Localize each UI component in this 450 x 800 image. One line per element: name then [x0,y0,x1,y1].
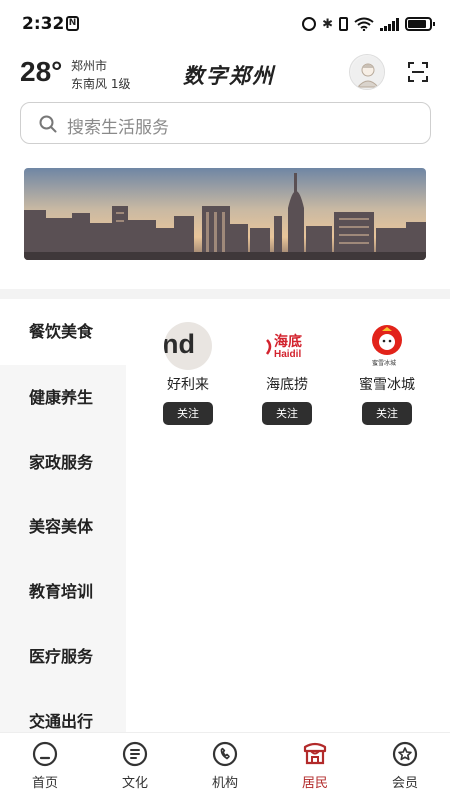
brand-name: 好利来 [167,377,209,393]
category-item-medical[interactable]: 医疗服务 [0,624,126,690]
tab-member[interactable]: 会员 [375,741,435,791]
phone-icon [212,741,238,767]
brand-holiland[interactable]: nd 好利来 关注 [152,322,224,425]
battery-icon [405,17,435,31]
status-icons: ✱ [302,15,435,33]
haidilao-logo-text: 海底 [274,334,302,350]
brand-logo-haidilao: 海底 Haidil [263,322,311,370]
search-icon [39,115,57,133]
wifi-icon [354,17,374,31]
mixue-logo-subtext: 蜜雪冰城 [372,360,397,367]
avatar-person-icon [351,56,384,89]
tab-label: 首页 [31,776,58,791]
search-input[interactable]: 搜索生活服务 [20,102,431,144]
status-time: 2:32 [22,14,65,34]
tab-label: 文化 [121,776,148,791]
brand-logo-holiland-text: nd [164,329,195,359]
search-placeholder: 搜索生活服务 [67,118,169,138]
brand-logo-holiland: nd [164,322,212,370]
home-icon [32,741,58,767]
category-item-transport[interactable]: 交通出行 [0,689,126,732]
weather-wind: 东南风 1级 [71,77,131,91]
signal-icon [380,17,399,31]
follow-button[interactable]: 关注 [362,402,412,425]
tab-home[interactable]: 首页 [15,741,75,791]
vibrate-icon [339,17,348,31]
weather-temperature: 28° [20,56,63,87]
scan-icon[interactable] [407,61,429,83]
status-bar: 2:32 N ✱ [0,0,450,48]
app-logo: 数字郑州 [183,63,275,88]
haidilao-logo-subtext: Haidil [274,349,302,360]
city-skyline-image [24,168,426,260]
category-item-health[interactable]: 健康养生 [0,365,126,431]
section-divider [0,289,450,299]
resident-icon [303,742,327,765]
brand-name: 蜜雪冰城 [359,377,415,393]
city-skyline-banner[interactable] [24,168,426,260]
bottom-tab-bar: 首页 文化 机构 居民 会员 [0,732,450,800]
weather-city: 郑州市 [71,59,108,73]
alarm-icon [302,17,317,31]
category-item-beauty[interactable]: 美容美体 [0,494,126,560]
brand-logo-mixue: 蜜雪冰城 [363,322,411,370]
brand-haidilao[interactable]: 海底 Haidil 海底捞 关注 [251,322,323,425]
nfc-icon: N [66,16,79,31]
member-star-icon [392,741,418,767]
tab-culture[interactable]: 文化 [105,741,165,791]
tab-label: 机构 [211,776,238,791]
follow-button[interactable]: 关注 [262,402,312,425]
tab-label: 会员 [391,776,418,791]
category-item-education[interactable]: 教育培训 [0,559,126,625]
category-list: 餐饮美食 健康养生 家政服务 美容美体 教育培训 医疗服务 交通出行 [0,299,126,732]
bluetooth-icon: ✱ [322,16,333,32]
culture-icon [122,741,148,767]
category-item-housekeeping[interactable]: 家政服务 [0,430,126,496]
tab-resident[interactable]: 居民 [285,741,345,791]
category-item-catering[interactable]: 餐饮美食 [0,299,126,365]
brand-mixue[interactable]: 蜜雪冰城 蜜雪冰城 关注 [351,322,423,425]
tab-label: 居民 [301,776,328,791]
follow-button[interactable]: 关注 [163,402,213,425]
avatar[interactable] [349,54,385,90]
brand-name: 海底捞 [266,377,308,393]
tab-institution[interactable]: 机构 [195,741,255,791]
